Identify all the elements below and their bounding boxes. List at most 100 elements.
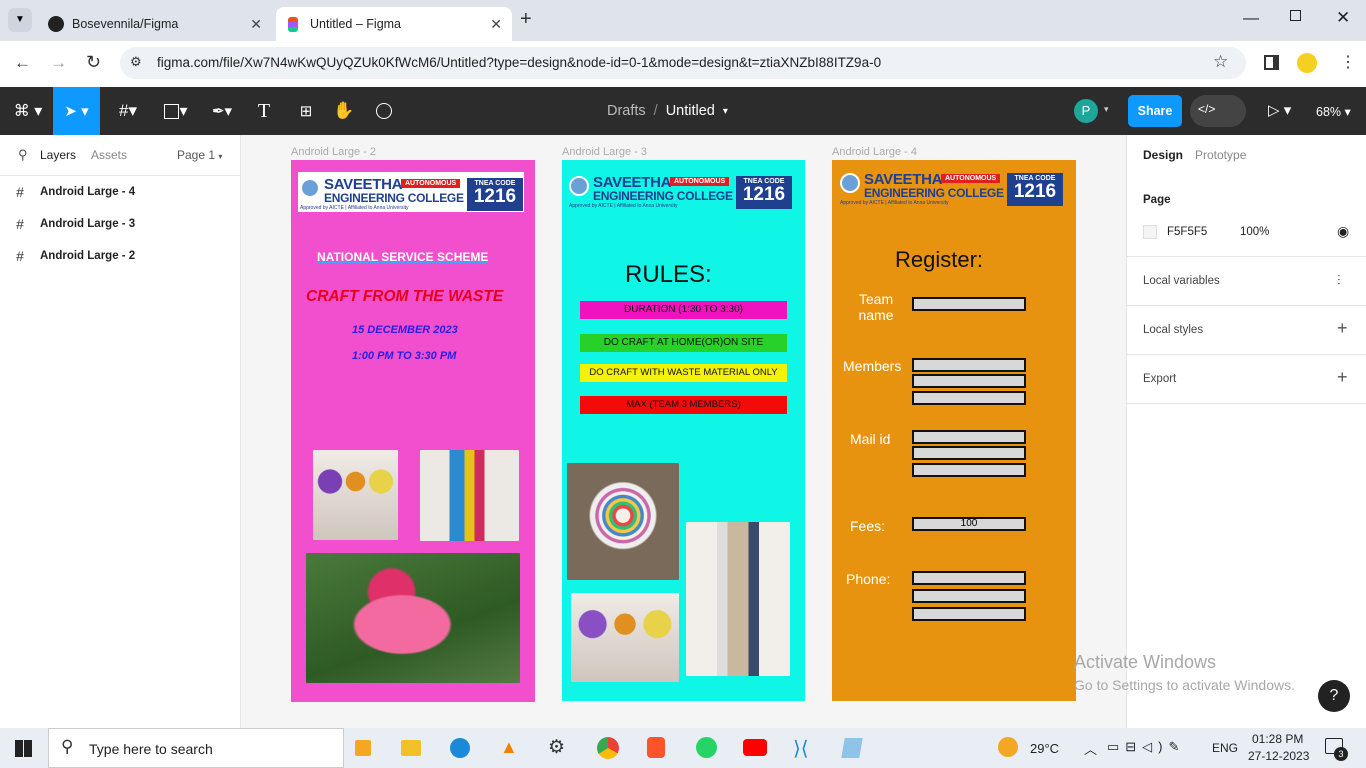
add-icon[interactable]: + xyxy=(1337,318,1348,339)
tab-prototype[interactable]: Prototype xyxy=(1195,148,1246,162)
tab-github[interactable]: Bosevennila/Figma ✕ xyxy=(38,7,272,41)
comment-tool-icon[interactable] xyxy=(370,87,398,135)
notification-count: 3 xyxy=(1334,747,1348,761)
settings-icon[interactable]: ⚙ xyxy=(548,736,565,759)
page-color-value[interactable]: F5F5F5 xyxy=(1167,226,1207,238)
frame-icon: # xyxy=(16,184,24,200)
close-window-button[interactable]: ✕ xyxy=(1336,8,1350,28)
local-variables-section[interactable]: Local variables ⫶ xyxy=(1127,257,1366,306)
logo-approved: Approved by AICTE | Affiliated to Anna U… xyxy=(569,203,678,209)
help-button[interactable]: ? xyxy=(1318,680,1350,712)
breadcrumb-drafts[interactable]: Drafts xyxy=(607,103,646,119)
url-text: figma.com/file/Xw7N4wKwQUyQZUk0KfWcM6/Un… xyxy=(157,55,882,70)
text-tool-icon[interactable]: T xyxy=(250,87,278,135)
profile-avatar[interactable] xyxy=(1297,53,1317,73)
layer-android-large-3[interactable]: # Android Large - 3 xyxy=(0,208,240,240)
rule-item: DURATION (1:30 TO 3:30) xyxy=(580,301,787,319)
chrome-icon[interactable] xyxy=(597,737,619,759)
shape-tool-icon[interactable]: ▾ xyxy=(156,87,196,135)
frame-icon: # xyxy=(16,248,24,264)
fees-field: 100 xyxy=(912,517,1026,531)
present-icon[interactable]: ▷ ▾ xyxy=(1268,101,1291,119)
search-icon[interactable]: ⚲ xyxy=(18,147,28,163)
weather-icon[interactable] xyxy=(998,737,1018,757)
whatsapp-icon[interactable] xyxy=(696,737,717,758)
minimize-button[interactable]: — xyxy=(1243,10,1259,28)
frame-android-large-4[interactable]: SAVEETHA AUTONOMOUS ENGINEERING COLLEGE … xyxy=(832,160,1076,701)
edge-icon[interactable] xyxy=(450,738,470,758)
restore-button[interactable] xyxy=(1290,10,1301,21)
page-opacity[interactable]: 100% xyxy=(1240,226,1269,238)
canvas[interactable]: Android Large - 2 SAVEETHA AUTONOMOUS EN… xyxy=(241,135,1126,728)
frame-tool-icon[interactable]: #▾ xyxy=(108,87,148,135)
frame-label[interactable]: Android Large - 2 xyxy=(291,146,376,158)
craft-organizer-image xyxy=(420,450,519,541)
hand-tool-icon[interactable]: ✋ xyxy=(330,87,358,135)
language-indicator[interactable]: ENG xyxy=(1212,741,1238,755)
page-name: Page 1 xyxy=(177,148,216,162)
college-seal-icon xyxy=(840,173,860,193)
clock-time[interactable]: 01:28 PM xyxy=(1252,732,1303,746)
vscode-icon[interactable]: ⟩⟨ xyxy=(793,736,809,761)
file-explorer-icon[interactable] xyxy=(401,740,421,756)
frame-label[interactable]: Android Large - 3 xyxy=(562,146,647,158)
layer-android-large-4[interactable]: # Android Large - 4 xyxy=(0,176,240,208)
task-view-icon[interactable] xyxy=(355,740,371,756)
bookmark-star-icon[interactable]: ☆ xyxy=(1213,52,1228,72)
brave-icon[interactable] xyxy=(647,737,665,758)
logo-subname: ENGINEERING COLLEGE xyxy=(864,186,1004,200)
move-tool-icon[interactable]: ➤ ▾ xyxy=(53,87,100,135)
tab-assets[interactable]: Assets xyxy=(91,148,127,162)
vlc-icon[interactable]: ▲ xyxy=(500,737,518,758)
reload-icon[interactable]: ↻ xyxy=(86,52,101,73)
figma-toolbar: ⌘ ▾ ➤ ▾ #▾ ▾ ✒▾ T ⊞ ✋ Drafts / Untitled … xyxy=(0,87,1366,135)
url-field[interactable]: ⚙ figma.com/file/Xw7N4wKwQUyQZUk0KfWcM6/… xyxy=(120,47,1246,79)
pen-tool-icon[interactable]: ✒▾ xyxy=(202,87,242,135)
temperature[interactable]: 29°C xyxy=(1030,741,1059,756)
main-menu-icon[interactable]: ⌘ ▾ xyxy=(8,87,48,135)
youtube-icon[interactable] xyxy=(743,739,767,756)
eye-icon[interactable]: ◉ xyxy=(1337,223,1349,240)
breadcrumb-separator: / xyxy=(653,103,658,119)
chevron-up-icon[interactable]: ︿ xyxy=(1084,739,1097,758)
resources-icon[interactable]: ⊞ xyxy=(292,87,320,135)
zoom-level[interactable]: 68% ▾ xyxy=(1316,104,1351,119)
clock-date[interactable]: 27-12-2023 xyxy=(1248,749,1309,763)
tab-layers[interactable]: Layers xyxy=(40,148,76,162)
add-icon[interactable]: + xyxy=(1337,367,1348,388)
file-name[interactable]: Untitled xyxy=(666,103,715,119)
new-tab-button[interactable]: + xyxy=(520,8,532,31)
page-selector[interactable]: Page 1 ▾ xyxy=(177,148,222,162)
local-styles-section[interactable]: Local styles + xyxy=(1127,306,1366,355)
menu-icon[interactable]: ⋮ xyxy=(1340,52,1356,72)
frame-label[interactable]: Android Large - 4 xyxy=(832,146,917,158)
export-section[interactable]: Export + xyxy=(1127,355,1366,404)
side-panel-icon[interactable] xyxy=(1264,55,1279,70)
share-button[interactable]: Share xyxy=(1128,95,1182,127)
members-label: Members xyxy=(843,358,902,374)
activate-windows-title: Activate Windows xyxy=(1074,652,1217,672)
back-icon[interactable]: ← xyxy=(14,53,31,73)
forward-icon[interactable]: → xyxy=(50,53,67,73)
frame-android-large-3[interactable]: SAVEETHA AUTONOMOUS ENGINEERING COLLEGE … xyxy=(562,160,805,701)
notepad-icon[interactable] xyxy=(841,738,863,758)
layer-android-large-2[interactable]: # Android Large - 2 xyxy=(0,240,240,272)
color-swatch[interactable] xyxy=(1143,225,1157,239)
avatar[interactable]: P xyxy=(1074,99,1098,123)
windows-start-icon[interactable] xyxy=(15,740,32,757)
frame-android-large-2[interactable]: SAVEETHA AUTONOMOUS ENGINEERING COLLEGE … xyxy=(291,160,535,702)
tab-list-button[interactable]: ▼ xyxy=(8,8,32,32)
taskbar-search[interactable]: ⚲ Type here to search xyxy=(48,728,344,768)
browser-tab-bar: ▼ Bosevennila/Figma ✕ Untitled – Figma ✕… xyxy=(0,0,1366,41)
tab-figma[interactable]: Untitled – Figma ✕ xyxy=(276,7,512,41)
college-logo: SAVEETHA AUTONOMOUS ENGINEERING COLLEGE … xyxy=(838,167,1064,207)
chevron-down-icon[interactable]: ▾ xyxy=(1104,104,1109,115)
close-icon[interactable]: ✕ xyxy=(490,16,502,33)
tab-design[interactable]: Design xyxy=(1143,148,1183,162)
chevron-down-icon[interactable]: ▾ xyxy=(723,106,728,117)
dev-mode-toggle[interactable]: </> xyxy=(1190,95,1246,127)
close-icon[interactable]: ✕ xyxy=(250,16,262,33)
variables-icon[interactable]: ⫶ xyxy=(1337,272,1341,289)
site-settings-icon[interactable]: ⚙ xyxy=(130,54,142,70)
system-tray-icons[interactable]: ▭⊟◁)✎ xyxy=(1107,739,1185,755)
